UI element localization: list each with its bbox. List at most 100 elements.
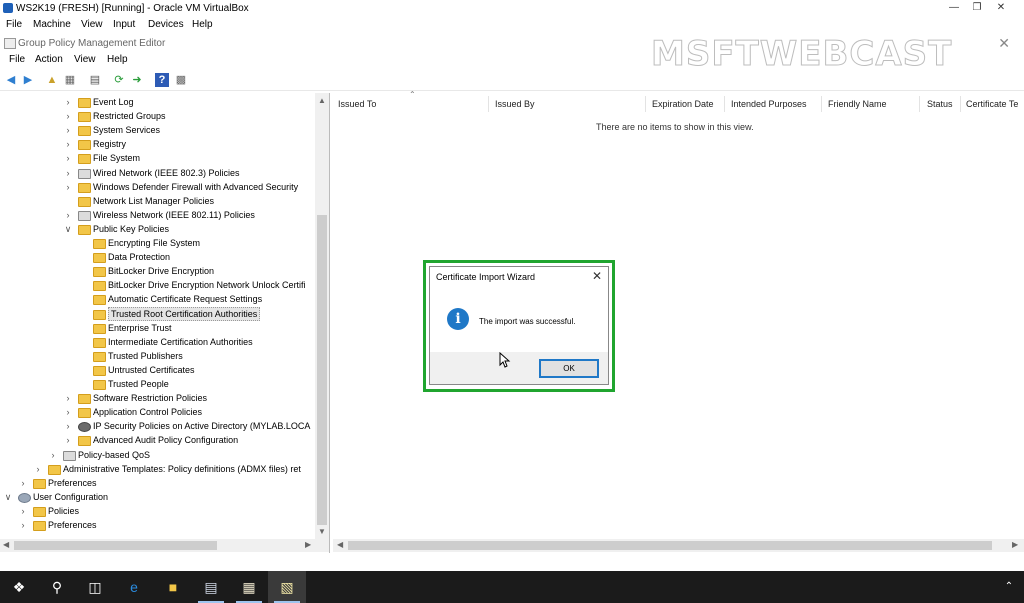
tree-horizontal-scroll-thumb[interactable] xyxy=(14,541,217,550)
tree-item[interactable]: › IP Security Policies on Active Director… xyxy=(0,419,315,433)
collapsed-chevron-icon[interactable]: › xyxy=(64,137,72,151)
tree-item[interactable]: › Policy-based QoS xyxy=(0,448,315,462)
tree-vertical-scroll-thumb[interactable] xyxy=(317,215,327,525)
collapsed-chevron-icon[interactable]: › xyxy=(64,123,72,137)
tree-item[interactable]: › Advanced Audit Policy Configuration xyxy=(0,433,315,447)
gpme-menu-help[interactable]: Help xyxy=(107,54,128,65)
tree-item[interactable]: › Application Control Policies xyxy=(0,405,315,419)
vbox-menu-machine[interactable]: Machine xyxy=(33,19,71,30)
collapsed-chevron-icon[interactable]: › xyxy=(64,405,72,419)
server-manager-icon[interactable]: ▤ xyxy=(192,571,230,603)
tree-scroll-up-icon[interactable]: ▲ xyxy=(318,96,326,105)
gpmc-icon[interactable]: ▦ xyxy=(230,571,268,603)
collapsed-chevron-icon[interactable]: › xyxy=(64,180,72,194)
column-header-status[interactable]: Status xyxy=(921,96,961,112)
refresh-icon[interactable]: ⟳ xyxy=(112,73,126,87)
tree-item[interactable]: › Windows Defender Firewall with Advanced… xyxy=(0,180,315,194)
search-icon[interactable]: ⚲ xyxy=(38,571,76,603)
start-windows-icon[interactable]: ❖ xyxy=(0,571,38,603)
close-button[interactable]: ✕ xyxy=(988,1,1014,15)
gpme-menu-view[interactable]: View xyxy=(74,54,96,65)
vbox-menu-view[interactable]: View xyxy=(81,19,103,30)
file-explorer-icon[interactable]: ■ xyxy=(154,571,192,603)
column-header-intended-purposes[interactable]: Intended Purposes xyxy=(725,96,822,112)
export-list-icon[interactable]: ➜ xyxy=(130,73,144,87)
column-header-friendly-name[interactable]: Friendly Name xyxy=(822,96,920,112)
tree-item[interactable]: BitLocker Drive Encryption Network Unloc… xyxy=(0,278,315,292)
properties-icon[interactable]: ▤ xyxy=(88,73,102,87)
collapsed-chevron-icon[interactable]: › xyxy=(34,462,42,476)
gpme-close-icon[interactable]: ✕ xyxy=(998,35,1010,52)
tree-item[interactable]: › Preferences xyxy=(0,476,315,490)
expanded-chevron-icon[interactable]: ∨ xyxy=(4,490,12,504)
tree-item[interactable]: › Wired Network (IEEE 802.3) Policies xyxy=(0,166,315,180)
vbox-menu-input[interactable]: Input xyxy=(113,19,135,30)
tree-scroll-down-icon[interactable]: ▼ xyxy=(318,527,326,536)
gp-editor-taskbar-icon[interactable]: ▧ xyxy=(268,571,306,603)
collapsed-chevron-icon[interactable]: › xyxy=(64,166,72,180)
tree-item[interactable]: Enterprise Trust xyxy=(0,321,315,335)
tree-scroll-right-icon[interactable]: ▶ xyxy=(305,540,311,549)
gpme-menu-file[interactable]: File xyxy=(9,54,25,65)
tree-item[interactable]: › System Services xyxy=(0,123,315,137)
collapsed-chevron-icon[interactable]: › xyxy=(64,208,72,222)
vbox-menu-help[interactable]: Help xyxy=(192,19,213,30)
tree-item[interactable]: Data Protection xyxy=(0,250,315,264)
list-horizontal-scroll-thumb[interactable] xyxy=(348,541,992,550)
tree-item[interactable]: BitLocker Drive Encryption xyxy=(0,264,315,278)
column-header-issued-by[interactable]: Issued By xyxy=(489,96,646,112)
column-header-expiration-date[interactable]: Expiration Date xyxy=(646,96,725,112)
vbox-menu-devices[interactable]: Devices xyxy=(148,19,184,30)
help-icon[interactable]: ? xyxy=(155,73,169,87)
tree-item[interactable]: › Registry xyxy=(0,137,315,151)
collapsed-chevron-icon[interactable]: › xyxy=(64,419,72,433)
collapsed-chevron-icon[interactable]: › xyxy=(64,391,72,405)
tree-item[interactable]: › Policies xyxy=(0,504,315,518)
tree-item[interactable]: Intermediate Certification Authorities xyxy=(0,335,315,349)
tree-item[interactable]: › File System xyxy=(0,151,315,165)
expanded-chevron-icon[interactable]: ∨ xyxy=(64,222,72,236)
tree-item[interactable]: Automatic Certificate Request Settings xyxy=(0,292,315,306)
tree-item[interactable]: Trusted People xyxy=(0,377,315,391)
tree-item[interactable]: ∨ Public Key Policies xyxy=(0,222,315,236)
ok-button[interactable]: OK xyxy=(539,359,599,378)
list-scroll-right-icon[interactable]: ▶ xyxy=(1012,540,1018,549)
tree-item[interactable]: › Software Restriction Policies xyxy=(0,391,315,405)
tree-item[interactable]: › Wireless Network (IEEE 802.11) Policies xyxy=(0,208,315,222)
vbox-menu-file[interactable]: File xyxy=(6,19,22,30)
task-view-icon[interactable]: ◫ xyxy=(76,571,114,603)
tree-scroll-left-icon[interactable]: ◀ xyxy=(3,540,9,549)
tree-item[interactable]: › Preferences xyxy=(0,518,315,532)
collapsed-chevron-icon[interactable]: › xyxy=(64,109,72,123)
tree-item[interactable]: Network List Manager Policies xyxy=(0,194,315,208)
restore-button[interactable]: ❐ xyxy=(964,1,990,15)
collapsed-chevron-icon[interactable]: › xyxy=(64,151,72,165)
tree-item[interactable]: › Event Log xyxy=(0,95,315,109)
tree-item[interactable]: ∨ User Configuration xyxy=(0,490,315,504)
collapsed-chevron-icon[interactable]: › xyxy=(64,95,72,109)
tree-item[interactable]: › Administrative Templates: Policy defini… xyxy=(0,462,315,476)
tree-item[interactable]: Untrusted Certificates xyxy=(0,363,315,377)
tree-item[interactable]: Trusted Publishers xyxy=(0,349,315,363)
collapsed-chevron-icon[interactable]: › xyxy=(64,433,72,447)
collapsed-chevron-icon[interactable]: › xyxy=(49,448,57,462)
up-folder-icon[interactable]: ▲ xyxy=(45,73,59,87)
list-scroll-left-icon[interactable]: ◀ xyxy=(337,540,343,549)
internet-explorer-icon[interactable]: e xyxy=(115,571,153,603)
gpme-menu-action[interactable]: Action xyxy=(35,54,63,65)
console-tree[interactable]: › Event Log › Restricted Groups › System Serv… xyxy=(0,93,330,553)
column-header-certificate-template[interactable]: Certificate Te xyxy=(960,96,1022,112)
tree-item[interactable]: › Restricted Groups xyxy=(0,109,315,123)
tree-item[interactable]: Encrypting File System xyxy=(0,236,315,250)
dialog-close-icon[interactable]: ✕ xyxy=(592,269,602,283)
collapsed-chevron-icon[interactable]: › xyxy=(19,504,27,518)
collapsed-chevron-icon[interactable]: › xyxy=(19,518,27,532)
collapsed-chevron-icon[interactable]: › xyxy=(19,476,27,490)
back-arrow-icon[interactable]: ◀ xyxy=(4,73,18,87)
tree-item[interactable]: Trusted Root Certification Authorities xyxy=(0,306,315,321)
forward-arrow-icon[interactable]: ▶ xyxy=(21,73,35,87)
show-hidden-icons-chevron-icon[interactable]: ⌃ xyxy=(994,571,1024,603)
view-details-icon[interactable]: ▩ xyxy=(174,73,188,87)
show-hide-tree-icon[interactable]: ▦ xyxy=(63,73,77,87)
empty-list-message: There are no items to show in this view. xyxy=(596,122,754,132)
